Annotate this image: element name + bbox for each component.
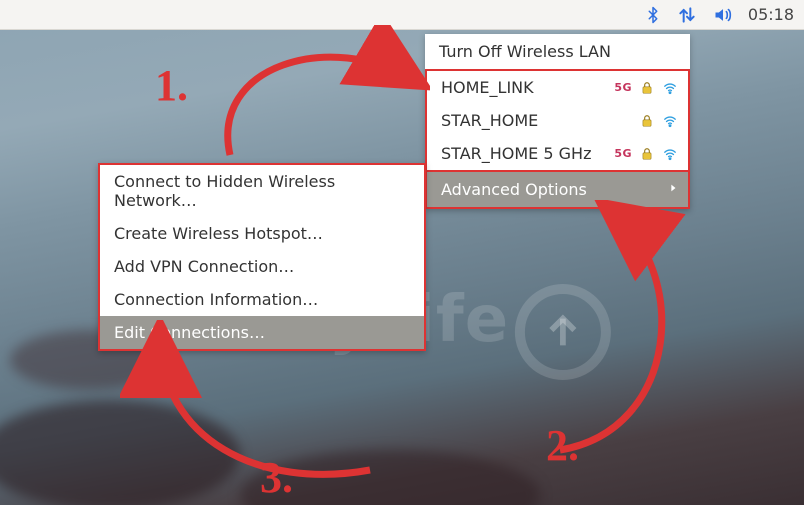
submenu-item-label: Connect to Hidden Wireless Network… xyxy=(114,172,335,210)
advanced-options-submenu: Connect to Hidden Wireless Network… Crea… xyxy=(98,163,426,351)
badge-5g: 5G xyxy=(614,147,632,160)
advanced-options-item[interactable]: Advanced Options xyxy=(425,170,690,209)
network-item[interactable]: STAR_HOME 5 GHz 5G xyxy=(427,137,688,170)
submenu-item-add-vpn[interactable]: Add VPN Connection… xyxy=(100,250,424,283)
badge-5g: 5G xyxy=(614,81,632,94)
chevron-right-icon xyxy=(668,180,678,199)
network-name: STAR_HOME xyxy=(441,111,624,130)
system-panel: 05:18 xyxy=(0,0,804,30)
turn-off-wireless-label: Turn Off Wireless LAN xyxy=(439,42,611,61)
panel-clock: 05:18 xyxy=(748,5,794,24)
annotation-step-2: 2. xyxy=(546,420,579,471)
wifi-signal-icon xyxy=(662,147,678,161)
advanced-options-label: Advanced Options xyxy=(441,180,668,199)
bluetooth-icon[interactable] xyxy=(644,5,662,25)
network-activity-icon[interactable] xyxy=(676,5,698,25)
submenu-item-conn-info[interactable]: Connection Information… xyxy=(100,283,424,316)
annotation-arrow-1 xyxy=(190,25,430,165)
submenu-item-label: Edit Connections… xyxy=(114,323,265,342)
wifi-signal-icon xyxy=(662,81,678,95)
turn-off-wireless-item[interactable]: Turn Off Wireless LAN xyxy=(425,34,690,69)
network-item[interactable]: HOME_LINK 5G xyxy=(427,71,688,104)
volume-icon[interactable] xyxy=(712,5,734,25)
annotation-step-1: 1. xyxy=(155,60,188,111)
network-name: STAR_HOME 5 GHz xyxy=(441,144,606,163)
lock-icon xyxy=(640,147,654,161)
submenu-item-hidden-network[interactable]: Connect to Hidden Wireless Network… xyxy=(100,165,424,217)
submenu-item-label: Connection Information… xyxy=(114,290,318,309)
lock-icon xyxy=(640,114,654,128)
available-networks-block: HOME_LINK 5G STAR_HOME STAR_HOME 5 GHz 5… xyxy=(425,69,690,172)
network-item[interactable]: STAR_HOME xyxy=(427,104,688,137)
submenu-item-label: Create Wireless Hotspot… xyxy=(114,224,323,243)
submenu-item-edit-connections[interactable]: Edit Connections… xyxy=(100,316,424,349)
network-name: HOME_LINK xyxy=(441,78,606,97)
lock-icon xyxy=(640,81,654,95)
submenu-item-hotspot[interactable]: Create Wireless Hotspot… xyxy=(100,217,424,250)
wifi-signal-icon xyxy=(662,114,678,128)
network-menu: Turn Off Wireless LAN HOME_LINK 5G STAR_… xyxy=(425,34,690,209)
submenu-item-label: Add VPN Connection… xyxy=(114,257,294,276)
